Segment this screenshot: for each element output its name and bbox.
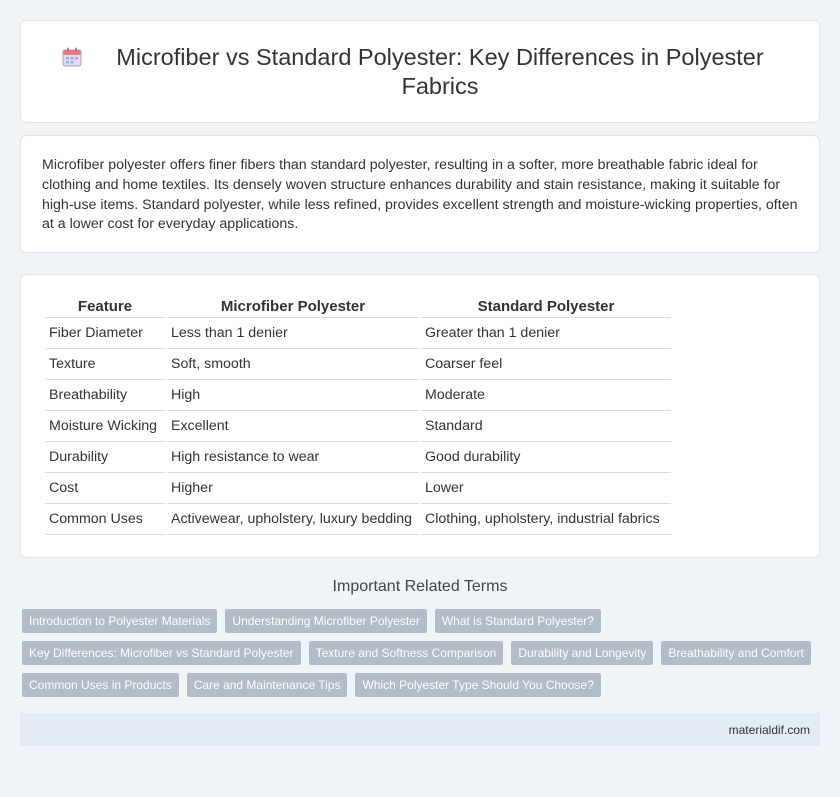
microfiber-cell: High resistance to wear (167, 442, 419, 473)
standard-cell: Standard (421, 411, 671, 442)
related-term-tag[interactable]: What is Standard Polyester? (434, 609, 601, 633)
standard-cell: Clothing, upholstery, industrial fabrics (421, 504, 671, 535)
table-row: Common Uses Activewear, upholstery, luxu… (45, 504, 671, 535)
header-microfiber: Microfiber Polyester (167, 294, 419, 318)
comparison-card: Feature Microfiber Polyester Standard Po… (20, 274, 820, 558)
related-term-tag[interactable]: Understanding Microfiber Polyester (225, 609, 427, 633)
table-row: Moisture Wicking Excellent Standard (45, 411, 671, 442)
standard-cell: Good durability (421, 442, 671, 473)
standard-cell: Moderate (421, 380, 671, 411)
table-row: Breathability High Moderate (45, 380, 671, 411)
footer-site-name: materialdif.com (728, 722, 810, 737)
intro-text: Microfiber polyester offers finer fibers… (42, 157, 798, 233)
title-wrap: Microfiber vs Standard Polyester: Key Di… (61, 43, 779, 101)
related-terms-list: Introduction to Polyester Materials Unde… (0, 609, 840, 697)
feature-cell: Cost (45, 473, 165, 504)
microfiber-cell: Activewear, upholstery, luxury bedding (167, 504, 419, 535)
table-header-row: Feature Microfiber Polyester Standard Po… (45, 294, 671, 318)
feature-cell: Fiber Diameter (45, 318, 165, 349)
calendar-icon (62, 47, 82, 66)
header-card: Microfiber vs Standard Polyester: Key Di… (20, 20, 820, 123)
table-row: Fiber Diameter Less than 1 denier Greate… (45, 318, 671, 349)
table-row: Durability High resistance to wear Good … (45, 442, 671, 473)
microfiber-cell: Excellent (167, 411, 419, 442)
microfiber-cell: Less than 1 denier (167, 318, 419, 349)
related-term-tag[interactable]: Texture and Softness Comparison (308, 641, 504, 665)
feature-cell: Common Uses (45, 504, 165, 535)
comparison-table: Feature Microfiber Polyester Standard Po… (43, 294, 673, 535)
related-term-tag[interactable]: Care and Maintenance Tips (186, 673, 348, 697)
microfiber-cell: Higher (167, 473, 419, 504)
microfiber-cell: Soft, smooth (167, 349, 419, 380)
feature-cell: Texture (45, 349, 165, 380)
related-term-tag[interactable]: Which Polyester Type Should You Choose? (355, 673, 601, 697)
footer: materialdif.com (20, 713, 820, 746)
standard-cell: Lower (421, 473, 671, 504)
related-term-tag[interactable]: Durability and Longevity (511, 641, 654, 665)
header-feature: Feature (45, 294, 165, 318)
related-term-tag[interactable]: Introduction to Polyester Materials (22, 609, 218, 633)
related-term-tag[interactable]: Key Differences: Microfiber vs Standard … (22, 641, 301, 665)
intro-card: Microfiber polyester offers finer fibers… (20, 135, 820, 253)
microfiber-cell: High (167, 380, 419, 411)
feature-cell: Durability (45, 442, 165, 473)
table-row: Cost Higher Lower (45, 473, 671, 504)
related-term-tag[interactable]: Common Uses in Products (22, 673, 179, 697)
page-title: Microfiber vs Standard Polyester: Key Di… (116, 43, 764, 99)
standard-cell: Greater than 1 denier (421, 318, 671, 349)
standard-cell: Coarser feel (421, 349, 671, 380)
related-terms-title: Important Related Terms (332, 578, 508, 595)
related-term-tag[interactable]: Breathability and Comfort (661, 641, 811, 665)
table-row: Texture Soft, smooth Coarser feel (45, 349, 671, 380)
header-standard: Standard Polyester (421, 294, 671, 318)
feature-cell: Breathability (45, 380, 165, 411)
feature-cell: Moisture Wicking (45, 411, 165, 442)
